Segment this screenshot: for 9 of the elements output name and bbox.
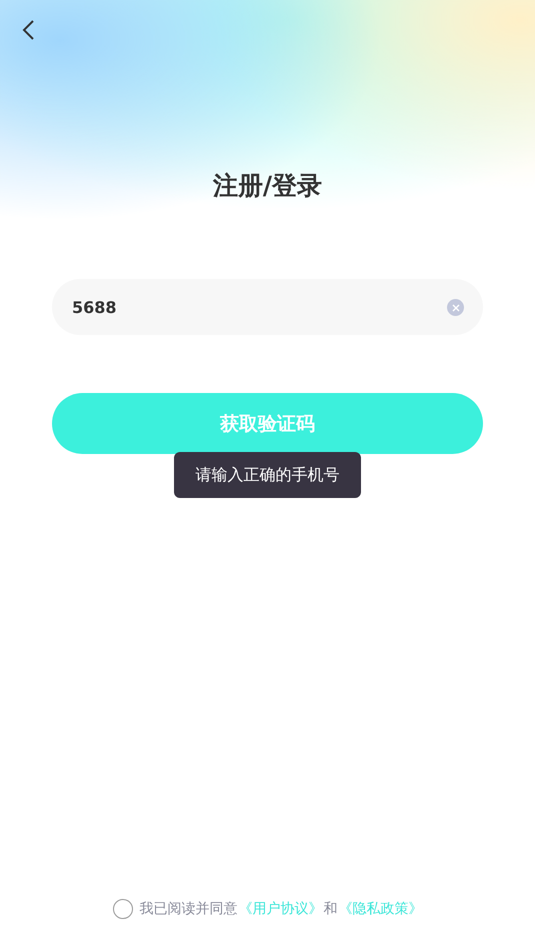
page-title: 注册/登录 [212,170,322,202]
get-code-button[interactable]: 获取验证码 [52,393,483,454]
user-agreement-link[interactable]: 《用户协议》 [238,900,322,918]
agreement-joiner: 和 [324,900,338,918]
agreement-text: 我已阅读并同意 [140,900,238,918]
phone-field[interactable]: 5688 [52,279,483,335]
privacy-policy-link[interactable]: 《隐私政策》 [338,900,422,918]
toast-message: 请输入正确的手机号 [174,452,361,498]
agree-radio[interactable] [112,899,132,919]
